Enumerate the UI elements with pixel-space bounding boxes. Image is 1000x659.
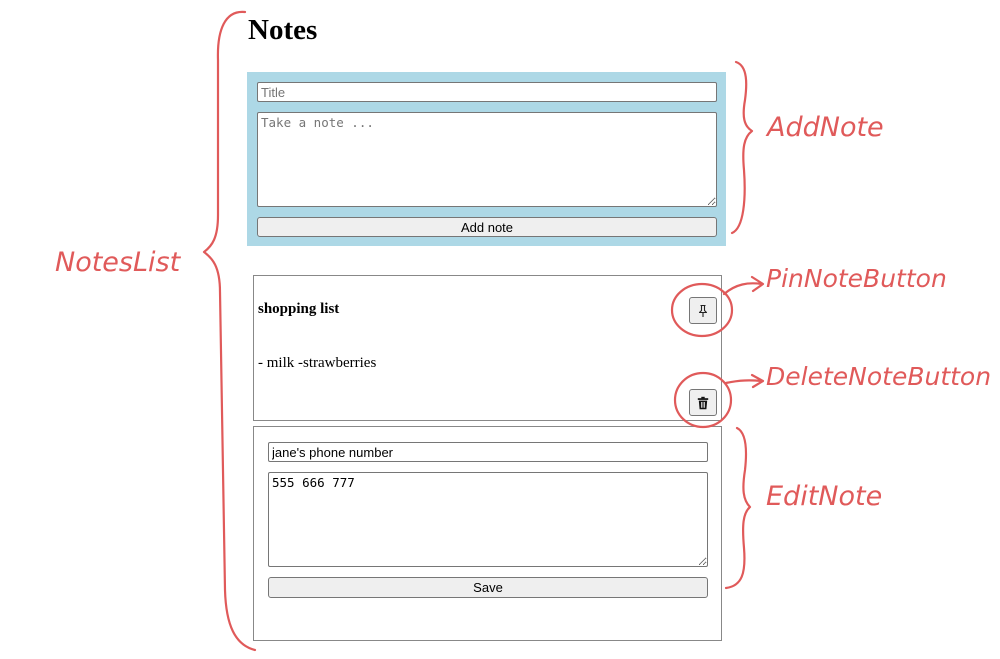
note-card: shopping list - milk -strawberries [253,275,722,421]
pin-arrow [722,275,765,296]
delete-note-button-annotation: DeleteNoteButton [766,362,992,391]
edit-note-annotation: EditNote [766,481,883,512]
title-input[interactable] [257,82,717,102]
pin-note-button[interactable] [689,297,717,324]
add-note-annotation: AddNote [767,112,884,143]
edit-body-textarea[interactable]: 555 666 777 [268,472,708,567]
delete-note-button[interactable] [689,389,717,416]
note-body-textarea[interactable] [257,112,717,207]
page-title: Notes [248,14,318,46]
delete-arrow [724,373,765,389]
edit-note-bracket [724,426,752,590]
save-button[interactable]: Save [268,577,708,598]
pin-icon [698,304,708,317]
trash-icon [697,396,709,409]
add-note-bracket [730,60,754,235]
edit-title-input[interactable] [268,442,708,462]
notes-list-annotation: NotesList [55,247,181,278]
edit-note-form: 555 666 777 Save [253,426,722,641]
note-title: shopping list [258,301,340,317]
add-note-form: Add note [247,72,726,246]
note-body: - milk -strawberries [258,355,377,371]
pin-note-button-annotation: PinNoteButton [766,264,947,293]
add-note-button[interactable]: Add note [257,217,717,237]
